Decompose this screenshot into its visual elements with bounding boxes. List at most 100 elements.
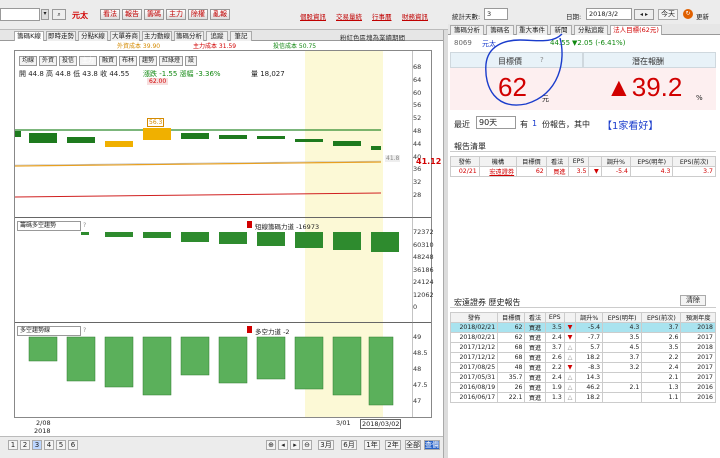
table-row[interactable]: 2016/08/19 26 買進 1.9 △ 46.2 2.1 1.3 2016 [449,382,716,393]
stat-days-value: 3 [487,10,492,18]
tab-branch-track[interactable]: 分點追蹤 [574,25,608,35]
main-force-button[interactable]: 主力 [166,9,186,20]
cell: 買進 [524,332,546,343]
date-input[interactable]: 2018/3/2 [586,8,632,20]
stock-code-input[interactable] [0,8,40,21]
scroll-left-icon[interactable]: ◂ [278,440,288,450]
search-icon[interactable]: ⌕ [52,9,66,20]
tab-main-force[interactable]: 主力動線 [142,31,172,41]
table-row[interactable]: 2017/05/31 35.7 買進 2.4 △ 14.3 2.1 2017 [449,372,716,383]
page-button-3[interactable]: 3 [32,440,42,450]
table-row[interactable]: 2018/02/21 62 買進 2.4 ▼ -7.7 3.5 2.6 2017 [449,332,716,343]
pane-splitter[interactable] [443,30,448,458]
tab-chip-analysis-right[interactable]: 籌碼分析 [450,25,484,35]
report-button[interactable]: 報告 [122,9,142,20]
left-tab-bar: 籌碼K線 即時走勢 分點K線 大單券商 主力動線 籌碼分析 追蹤 筆記 粉紅色區… [0,30,448,42]
col-eps: EPS [544,312,565,323]
tab-big-orders[interactable]: 大單券商 [110,31,140,41]
ex-right-button[interactable]: 除權 [188,9,208,20]
tab-chip-analysis[interactable]: 籌碼分析 [174,31,204,41]
cell[interactable]: 宏遠證券 [478,166,518,177]
tab-notes[interactable]: 筆記 [230,31,252,41]
col-date: 發佈 [449,312,499,323]
view-button[interactable]: 看法 [100,9,120,20]
tab-branch-kline[interactable]: 分點K線 [78,31,108,41]
volume-stats-link[interactable]: 交易量統 [336,11,362,21]
history-header: 宏遠證券 歷史報告 清除 [450,294,716,308]
col-target: 目標價 [516,156,547,167]
cell: 62 [516,166,547,177]
date-spinner-icon[interactable]: ◂ ▸ [634,9,654,20]
cell: 2017/05/31 [449,372,499,383]
page-button-1[interactable]: 1 [8,440,18,450]
zoom-out-icon[interactable]: ⊖ [302,440,312,450]
cell: 48 [497,362,526,373]
cell: 22.1 [497,392,526,403]
tab-track[interactable]: 追蹤 [206,31,228,41]
cell: 3.7 [641,322,682,333]
cell: 4.5 [602,342,643,353]
potential-return-unit: % [696,94,703,102]
calendar-link[interactable]: 行事曆 [372,11,392,21]
cell: 26 [497,382,526,393]
cell: 2017/12/12 [449,352,499,363]
cell: 買進 [524,372,546,383]
table-row[interactable]: 2017/12/12 68 買進 2.6 △ 18.2 3.7 2.2 2017 [449,352,716,363]
period-select[interactable]: 90天 [476,116,516,129]
today-button[interactable]: 今天 [658,9,678,20]
clear-button[interactable]: 清除 [680,295,706,306]
period-all-button[interactable]: 全部 [405,440,421,450]
table-row[interactable]: 2016/06/17 22.1 買進 1.3 △ 18.2 1.1 2016 [449,392,716,403]
cell: 2017/08/25 [449,362,499,373]
update-button[interactable]: 更新 [696,11,709,21]
cell: 買進 [524,342,546,353]
cell: ▼ [588,166,602,177]
col-date: 發佈 [450,156,480,167]
page-button-2[interactable]: 2 [20,440,30,450]
cell: 2016 [680,392,716,403]
page-button-4[interactable]: 4 [44,440,54,450]
period-select-value: 90天 [479,118,498,127]
stock-info-link[interactable]: 個股資訊 [300,11,326,21]
bull-bear-panel: 多空趨勢線 ? 多空力道 -2 49 48.5 48 47.5 47 [15,323,431,417]
random-report-button[interactable]: 亂報 [210,9,230,20]
cell: 1.3 [544,392,565,403]
cell: 46.2 [575,382,604,393]
tab-institution-target[interactable]: 法人目標(62元) [610,25,662,35]
tab-chip-kline[interactable]: 籌碼K線 [14,31,44,41]
table-row[interactable]: 02/21 宏遠證券 62 買進 3.5 ▼ -5.4 4.3 3.7 [450,166,716,177]
stock-code: 8069 [454,39,472,47]
col-arrow [563,312,577,323]
cell: 2016/06/17 [449,392,499,403]
zoom-in-icon[interactable]: ⊕ [266,440,276,450]
period-1y-button[interactable]: 1年 [364,440,380,450]
col-adjust: 調升% [575,312,604,323]
page-button-5[interactable]: 5 [56,440,66,450]
period-6m-button[interactable]: 6月 [341,440,357,450]
candle-8 [257,136,285,139]
refresh-icon[interactable]: ↻ [683,9,693,19]
chips-button[interactable]: 籌碼 [144,9,164,20]
tab-realtime[interactable]: 即時走勢 [46,31,76,41]
finance-info-link[interactable]: 財務資訊 [402,11,428,21]
cell: 18.2 [575,392,604,403]
table-row[interactable]: 2017/12/12 68 買進 3.7 △ 5.7 4.5 3.5 2018 [449,342,716,353]
dropdown-arrow-icon[interactable]: ▾ [41,9,49,20]
period-2y-button[interactable]: 2年 [385,440,401,450]
cell: 2.2 [641,352,682,363]
cell: 14.3 [575,372,604,383]
price-y-tick: 64 [413,75,422,84]
cell: ▼ [563,362,577,373]
recent-reports-row: 最近 90天 有 1 份報告，其中 【1家看好】 [450,114,716,132]
query-price-button[interactable]: 查價 [424,440,440,450]
last-price-label: 41.12 [416,157,442,166]
x-axis-start-label: 2/08 [36,419,51,427]
col-view: 看法 [524,312,546,323]
cell: 02/21 [450,166,480,177]
page-button-6[interactable]: 6 [68,440,78,450]
period-3m-button[interactable]: 3月 [318,440,334,450]
stat-days-select[interactable]: 3 [484,8,508,20]
table-row[interactable]: 2018/02/21 62 買進 3.5 ▼ -5.4 4.3 3.7 2018 [449,322,716,333]
table-row[interactable]: 2017/08/25 48 買進 2.2 ▼ -8.3 3.2 2.4 2017 [449,362,716,373]
scroll-right-icon[interactable]: ▸ [290,440,300,450]
